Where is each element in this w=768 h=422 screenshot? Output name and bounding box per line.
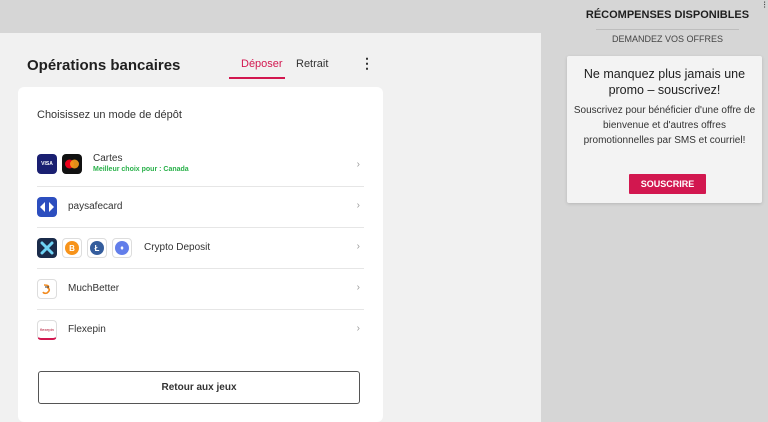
method-paysafecard[interactable]: paysafecard ›	[37, 187, 364, 228]
method-cards-label: Cartes	[93, 153, 123, 164]
promo-heading: Ne manquez plus jamais une promo – sousc…	[583, 67, 746, 97]
crypto-x-icon	[37, 238, 57, 258]
chevron-right-icon: ›	[356, 282, 360, 293]
method-crypto-label: Crypto Deposit	[144, 242, 211, 253]
method-muchbetter[interactable]: MuchBetter ›	[37, 269, 364, 310]
chevron-right-icon: ›	[356, 200, 360, 211]
ethereum-icon: ♦	[112, 238, 132, 258]
method-flexepin[interactable]: flexepin Flexepin ›	[37, 310, 364, 350]
visa-icon: VISA	[37, 154, 57, 174]
page-title: Opérations bancaires	[27, 57, 181, 74]
tab-deposit[interactable]: Déposer	[241, 58, 283, 70]
more-options-icon[interactable]: ⋮	[360, 55, 374, 72]
chevron-right-icon: ›	[356, 241, 360, 252]
deposit-methods-card: Choisissez un mode de dépôt VISA Cartes …	[18, 87, 383, 422]
method-flexepin-label: Flexepin	[68, 324, 106, 335]
bitcoin-icon: B	[62, 238, 82, 258]
litecoin-icon: Ł	[87, 238, 107, 258]
method-cards[interactable]: VISA Cartes Meilleur choix pour : Canada…	[37, 146, 364, 187]
scrollbar-handle[interactable]: ⁝	[763, 0, 766, 11]
method-muchbetter-label: MuchBetter	[68, 283, 120, 294]
promo-card: Ne manquez plus jamais une promo – sousc…	[567, 56, 762, 203]
method-paysafecard-label: paysafecard	[68, 201, 123, 212]
back-to-games-button[interactable]: Retour aux jeux	[38, 371, 360, 404]
promo-body: Souscrivez pour bénéficier d'une offre d…	[573, 105, 756, 146]
claim-offers-link[interactable]: DEMANDEZ VOS OFFRES	[566, 34, 768, 44]
deposit-heading: Choisissez un mode de dépôt	[37, 109, 182, 121]
best-choice-text: Meilleur choix pour : Canada	[93, 166, 189, 173]
rewards-divider	[596, 29, 739, 30]
rewards-title: RÉCOMPENSES DISPONIBLES	[585, 9, 750, 21]
active-tab-indicator	[229, 77, 285, 79]
flexepin-icon: flexepin	[37, 320, 57, 340]
banking-panel: Opérations bancaires Déposer Retrait ⋮ C…	[0, 33, 541, 422]
mastercard-icon	[62, 154, 82, 174]
top-bar	[0, 0, 541, 33]
paysafecard-icon	[37, 197, 57, 217]
chevron-right-icon: ›	[356, 323, 360, 334]
subscribe-button[interactable]: SOUSCRIRE	[629, 174, 706, 194]
chevron-right-icon: ›	[356, 159, 360, 170]
method-crypto[interactable]: B Ł ♦ Crypto Deposit ›	[37, 228, 364, 269]
tab-withdraw[interactable]: Retrait	[296, 58, 328, 70]
muchbetter-icon	[37, 279, 57, 299]
